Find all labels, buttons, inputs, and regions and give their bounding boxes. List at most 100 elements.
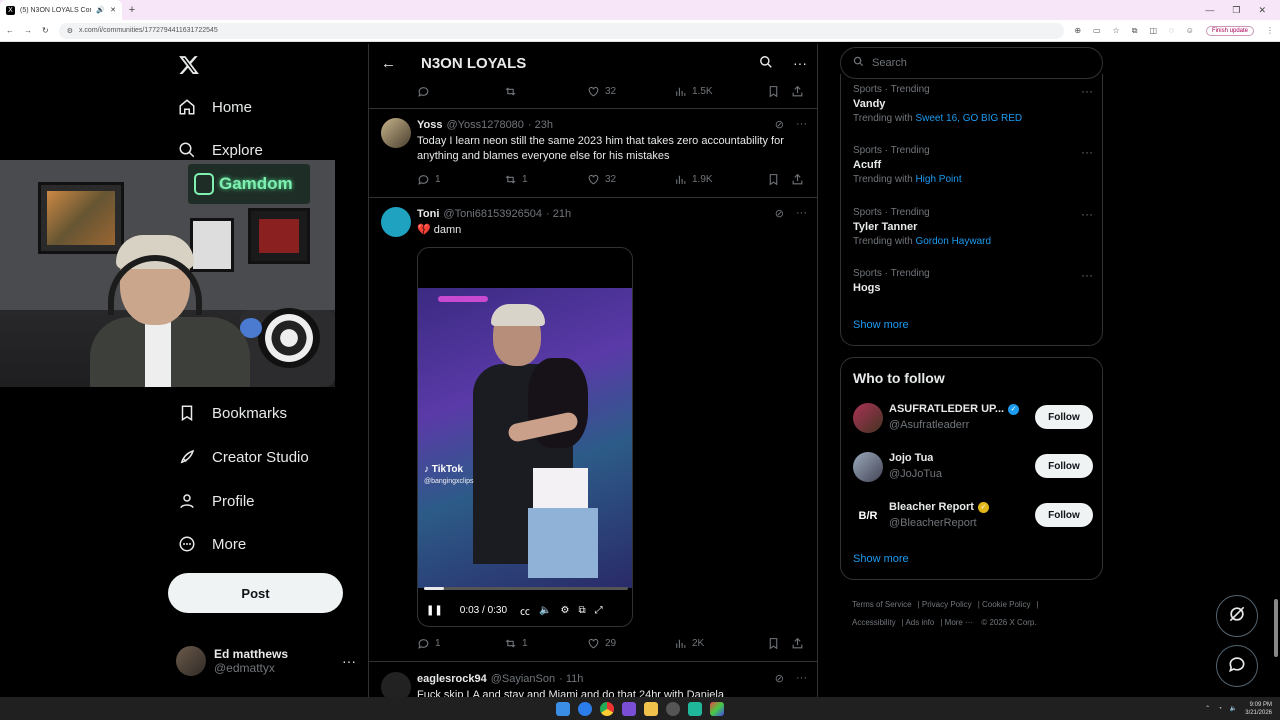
app-icon[interactable] — [710, 701, 724, 716]
follow-suggestion[interactable]: ASUFRATLEDER UP... ✓ @Asufratleaderr Foll… — [853, 401, 1093, 435]
like-button[interactable]: 32 — [587, 85, 674, 98]
follow-suggestion[interactable]: B/R Bleacher Report ✓ @BleacherReport Fol… — [853, 499, 1093, 533]
tab-close-icon[interactable]: ✕ — [110, 6, 116, 14]
messages-button[interactable] — [1216, 645, 1258, 687]
network-icon[interactable]: ◔ — [1218, 706, 1222, 712]
tweet-time[interactable]: · 23h — [528, 119, 553, 131]
more-dots-icon[interactable]: ··· — [1081, 268, 1093, 282]
views-button[interactable]: 1.5K — [674, 85, 767, 98]
nav-more[interactable]: More — [178, 535, 246, 553]
volume-icon[interactable]: 🔈 — [539, 605, 551, 616]
retweet-button[interactable] — [504, 85, 587, 98]
reply-button[interactable]: 1 — [417, 637, 504, 650]
trend-item[interactable]: Sports · Trending Acuff Trending with Hi… — [853, 145, 1093, 185]
tweet-author-handle[interactable]: @Yoss1278080 — [446, 119, 523, 131]
extensions-icon[interactable]: ⧉ — [1132, 26, 1138, 36]
bookmark-icon[interactable] — [767, 173, 791, 186]
new-tab-button[interactable]: + — [122, 4, 142, 16]
pip-icon[interactable]: ⧉ — [578, 605, 585, 616]
like-button[interactable]: 32 — [587, 173, 674, 186]
speaker-icon[interactable]: 🔊 — [96, 6, 105, 14]
split-icon[interactable]: ◫ — [1149, 26, 1157, 35]
chrome-icon[interactable] — [600, 701, 614, 716]
reply-button[interactable] — [417, 85, 504, 98]
browser-tab[interactable]: X (5) N3ON LOYALS Communi 🔊 ✕ — [0, 0, 122, 20]
account-switcher[interactable]: Ed matthews @edmattyx ··· — [176, 646, 356, 676]
like-button[interactable]: 29 — [587, 637, 674, 650]
ads-info-link[interactable]: Ads info — [905, 618, 934, 627]
edge-icon[interactable] — [578, 701, 592, 716]
views-button[interactable]: 2K — [674, 637, 767, 650]
site-info-icon[interactable]: ⚙ — [67, 27, 73, 35]
x-logo-icon[interactable] — [178, 54, 200, 82]
retweet-button[interactable]: 1 — [504, 173, 587, 186]
more-dots-icon[interactable]: ··· — [796, 118, 807, 131]
trend-item[interactable]: Sports · Trending Tyler Tanner Trending … — [853, 207, 1093, 247]
cast-icon[interactable]: ▭ — [1093, 26, 1101, 35]
star-icon[interactable]: ☆ — [1113, 26, 1120, 35]
more-dots-icon[interactable]: ··· — [1081, 145, 1093, 159]
avatar[interactable] — [381, 207, 411, 237]
privacy-link[interactable]: Privacy Policy — [922, 600, 972, 609]
more-dots-icon[interactable]: ··· — [796, 672, 807, 685]
forward-icon[interactable]: → — [24, 26, 32, 35]
zoom-icon[interactable]: ⊕ — [1074, 26, 1081, 35]
trend-link[interactable]: Gordon Hayward — [915, 236, 991, 247]
more-dots-icon[interactable]: ··· — [793, 55, 807, 72]
nav-bookmarks[interactable]: Bookmarks — [178, 404, 287, 422]
avatar[interactable] — [381, 118, 411, 148]
back-icon[interactable]: ← — [6, 26, 14, 35]
menu-icon[interactable]: ⋮ — [1266, 26, 1274, 35]
share-icon[interactable] — [791, 173, 804, 186]
accessibility-link[interactable]: Accessibility — [852, 618, 896, 627]
video-player[interactable]: ♪ TikTok @bangingxclips ❚❚ 0:03 / 0:30 ㏄… — [417, 247, 633, 627]
bookmark-icon[interactable] — [767, 85, 791, 98]
file-explorer-icon[interactable] — [644, 701, 658, 716]
more-dots-icon[interactable]: ··· — [1081, 84, 1093, 98]
views-button[interactable]: 1.9K — [674, 173, 767, 186]
search-input[interactable]: Search — [840, 47, 1103, 79]
share-icon[interactable] — [791, 637, 804, 650]
trend-link[interactable]: High Point — [915, 174, 961, 185]
pause-icon[interactable]: ❚❚ — [426, 605, 443, 616]
more-dots-icon[interactable]: ··· — [1081, 207, 1093, 221]
video-progress-bar[interactable] — [424, 587, 628, 590]
follow-suggestion[interactable]: Jojo Tua @JoJoTua Follow — [853, 450, 1093, 484]
url-field[interactable]: ⚙ x.com/i/communities/177279441163172254… — [58, 22, 1065, 39]
nav-home[interactable]: Home — [178, 98, 252, 116]
settings-icon[interactable] — [666, 701, 680, 716]
restore-icon[interactable]: ❐ — [1232, 5, 1240, 16]
retweet-button[interactable]: 1 — [504, 637, 587, 650]
obs-icon[interactable] — [622, 701, 636, 716]
back-arrow-icon[interactable]: ← — [381, 55, 421, 72]
tweet-author-name[interactable]: Toni — [417, 208, 439, 220]
windows-start-icon[interactable] — [556, 701, 570, 716]
show-more-link[interactable]: Show more — [853, 319, 909, 331]
avatar[interactable] — [853, 403, 883, 433]
profile-icon[interactable]: ☺ — [1186, 26, 1194, 35]
nav-creator-studio[interactable]: Creator Studio — [178, 448, 309, 466]
tweet-author-handle[interactable]: @SayianSon — [491, 673, 555, 685]
bleacher-report-logo[interactable]: B/R — [853, 501, 883, 531]
finish-update-button[interactable]: Finish update — [1205, 25, 1254, 36]
bookmark-icon[interactable] — [767, 637, 791, 650]
follow-button[interactable]: Follow — [1035, 503, 1093, 527]
fullscreen-icon[interactable]: ⤢ — [595, 605, 603, 616]
grok-icon[interactable]: ⊘ — [775, 118, 784, 131]
video-frame[interactable]: ♪ TikTok @bangingxclips — [418, 288, 632, 588]
reply-button[interactable]: 1 — [417, 173, 504, 186]
more-dots-icon[interactable]: ··· — [796, 207, 807, 220]
footer-more-link[interactable]: More ··· — [945, 618, 973, 627]
volume-icon[interactable]: 🔈 — [1230, 705, 1237, 712]
grok-button[interactable] — [1216, 595, 1258, 637]
terms-link[interactable]: Terms of Service — [852, 600, 912, 609]
tweet-author-name[interactable]: eaglesrock94 — [417, 673, 487, 685]
nav-explore[interactable]: Explore — [178, 141, 263, 159]
clock[interactable]: 9:09 PM 3/21/2026 — [1245, 701, 1272, 717]
cookie-link[interactable]: Cookie Policy — [982, 600, 1030, 609]
tweet-time[interactable]: · 11h — [559, 673, 583, 685]
show-more-link[interactable]: Show more — [853, 553, 909, 565]
trend-link[interactable]: Sweet 16, GO BIG RED — [915, 113, 1022, 124]
tweet-time[interactable]: · 21h — [546, 208, 571, 220]
page-scrollbar[interactable] — [1272, 44, 1280, 697]
